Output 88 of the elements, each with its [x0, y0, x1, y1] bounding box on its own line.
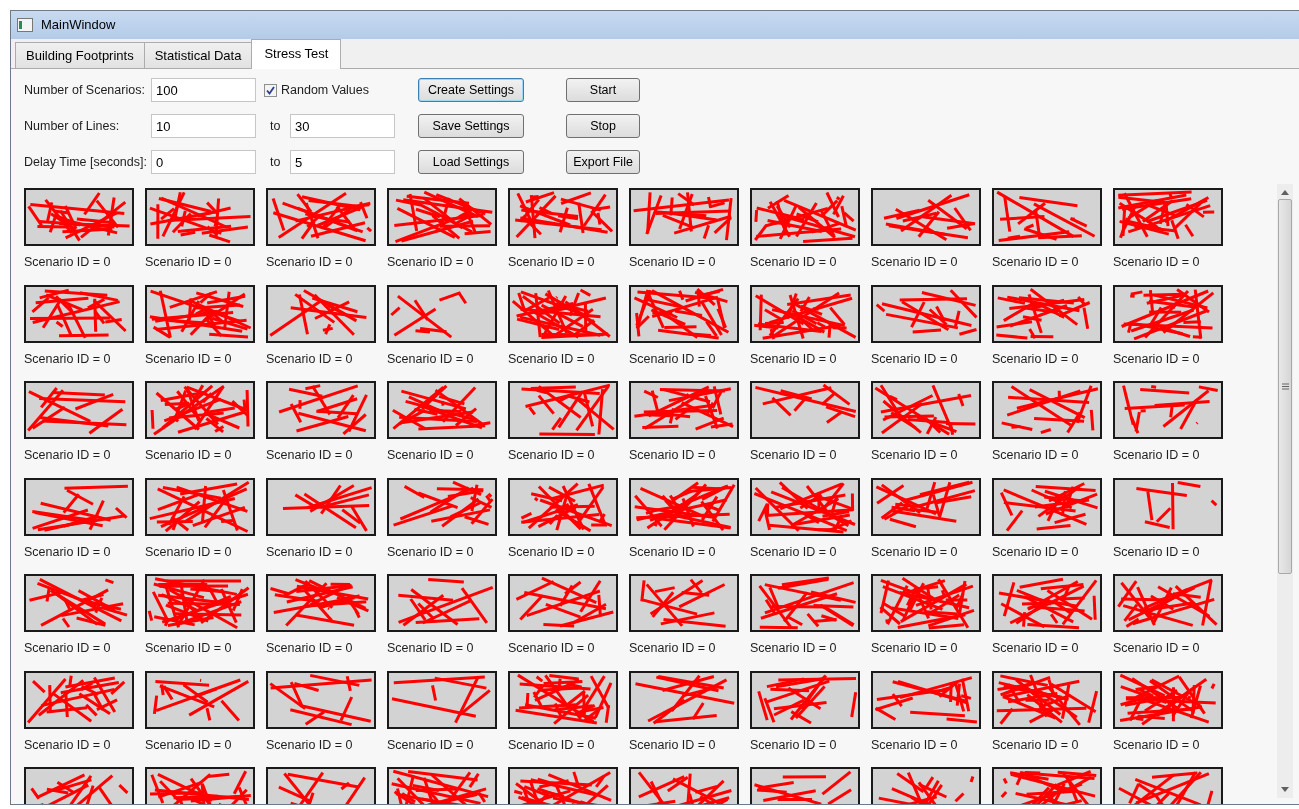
scenario-caption: Scenario ID = 0 [629, 254, 717, 271]
scenario-caption: Scenario ID = 0 [750, 640, 838, 657]
scroll-up-icon[interactable] [1281, 190, 1289, 195]
scenario-caption: Scenario ID = 0 [871, 447, 959, 464]
button[interactable]: Save Settings [418, 114, 524, 138]
scenario-caption: Scenario ID = 0 [266, 640, 354, 657]
scenario-caption: Scenario ID = 0 [508, 736, 596, 754]
scenario-caption: Scenario ID = 0 [266, 254, 354, 271]
scenario-caption: Scenario ID = 0 [750, 736, 838, 754]
scenario-caption: Scenario ID = 0 [1113, 447, 1201, 464]
scenario-caption: Scenario ID = 0 [387, 640, 475, 657]
scenario-caption: Scenario ID = 0 [871, 640, 959, 657]
scenario-caption: Scenario ID = 0 [992, 736, 1080, 754]
scenario-caption: Scenario ID = 0 [508, 543, 596, 561]
field-label: Number of Scenarios: [24, 81, 146, 99]
button[interactable]: Export File [566, 150, 640, 174]
range-label: to [269, 117, 282, 135]
scenario-caption: Scenario ID = 0 [1113, 736, 1201, 754]
scenario-caption: Scenario ID = 0 [1113, 254, 1201, 271]
field-label: Delay Time [seconds]: [24, 153, 148, 171]
scenario-caption: Scenario ID = 0 [992, 640, 1080, 657]
scenario-caption: Scenario ID = 0 [992, 350, 1080, 368]
scenario-caption: Scenario ID = 0 [750, 447, 838, 464]
scenario-caption: Scenario ID = 0 [1113, 640, 1201, 657]
scenario-caption: Scenario ID = 0 [24, 447, 112, 464]
scenario-caption: Scenario ID = 0 [24, 640, 112, 657]
scenario-caption: Scenario ID = 0 [992, 543, 1080, 561]
tab[interactable]: Stress Test [251, 38, 342, 69]
scrollbar-thumb[interactable] [1278, 199, 1292, 574]
scenario-caption: Scenario ID = 0 [145, 640, 233, 657]
button[interactable]: Start [566, 78, 640, 102]
scenario-caption: Scenario ID = 0 [24, 350, 112, 368]
scenario-caption: Scenario ID = 0 [871, 350, 959, 368]
range-label: to [269, 153, 282, 171]
text-field[interactable]: 10 [151, 114, 256, 138]
scenario-caption: Scenario ID = 0 [266, 447, 354, 464]
scenario-caption: Scenario ID = 0 [387, 350, 475, 368]
text-field[interactable]: 30 [290, 114, 395, 138]
scenario-caption: Scenario ID = 0 [629, 736, 717, 754]
scenario-caption: Scenario ID = 0 [24, 254, 112, 271]
scenario-caption: Scenario ID = 0 [629, 640, 717, 657]
text-field[interactable]: 5 [290, 150, 395, 174]
scroll-down-icon[interactable] [1281, 787, 1289, 792]
scenario-caption: Scenario ID = 0 [871, 254, 959, 271]
tab[interactable]: Statistical Data [143, 41, 253, 68]
scenario-caption: Scenario ID = 0 [24, 736, 112, 754]
grip-icon [1281, 383, 1289, 390]
scenario-caption: Scenario ID = 0 [145, 350, 233, 368]
scenario-caption: Scenario ID = 0 [508, 254, 596, 271]
window-title: MainWindow [41, 16, 116, 35]
checkbox[interactable] [264, 83, 277, 97]
scenario-caption: Scenario ID = 0 [750, 254, 838, 271]
vertical-scrollbar[interactable] [1277, 184, 1293, 798]
scenario-caption: Scenario ID = 0 [266, 543, 354, 561]
scenario-caption: Scenario ID = 0 [145, 736, 233, 754]
scenario-caption: Scenario ID = 0 [387, 447, 475, 464]
scenario-caption: Scenario ID = 0 [145, 254, 233, 271]
scenario-caption: Scenario ID = 0 [508, 640, 596, 657]
checkbox-label: Random Values [281, 81, 369, 99]
text-field[interactable]: 100 [151, 78, 256, 102]
scenario-caption: Scenario ID = 0 [387, 543, 475, 561]
scenario-caption: Scenario ID = 0 [871, 736, 959, 754]
scenario-caption: Scenario ID = 0 [387, 254, 475, 271]
scenario-caption: Scenario ID = 0 [145, 543, 233, 561]
tab[interactable]: Building Footprints [15, 41, 145, 68]
scenario-caption: Scenario ID = 0 [629, 543, 717, 561]
scenario-caption: Scenario ID = 0 [629, 447, 717, 464]
scenario-caption: Scenario ID = 0 [992, 447, 1080, 464]
button[interactable]: Create Settings [418, 78, 524, 102]
scenario-caption: Scenario ID = 0 [145, 447, 233, 464]
scenario-caption: Scenario ID = 0 [1113, 350, 1201, 368]
scenario-caption: Scenario ID = 0 [266, 350, 354, 368]
field-label: Number of Lines: [24, 117, 121, 135]
button[interactable]: Stop [566, 114, 640, 138]
button[interactable]: Load Settings [418, 150, 524, 174]
scenario-caption: Scenario ID = 0 [24, 543, 112, 561]
scenario-caption: Scenario ID = 0 [1113, 543, 1201, 561]
app-icon [17, 18, 33, 32]
scenario-caption: Scenario ID = 0 [750, 543, 838, 561]
text-field[interactable]: 0 [151, 150, 256, 174]
scenario-caption: Scenario ID = 0 [508, 350, 596, 368]
scenario-caption: Scenario ID = 0 [871, 543, 959, 561]
scenario-caption: Scenario ID = 0 [629, 350, 717, 368]
scenario-caption: Scenario ID = 0 [750, 350, 838, 368]
scenario-caption: Scenario ID = 0 [266, 736, 354, 754]
scenario-caption: Scenario ID = 0 [508, 447, 596, 464]
scenario-caption: Scenario ID = 0 [992, 254, 1080, 271]
scenario-caption: Scenario ID = 0 [387, 736, 475, 754]
